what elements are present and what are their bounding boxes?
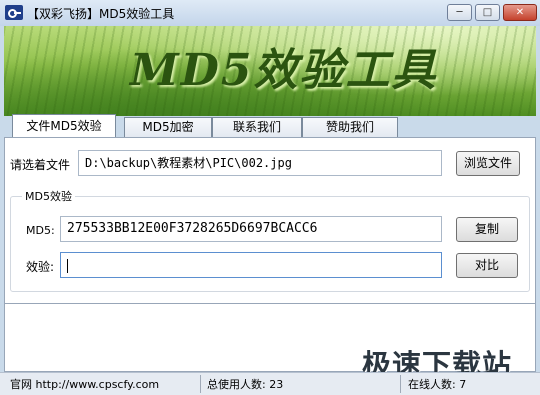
status-total-users: 总使用人数: 23 bbox=[207, 378, 284, 391]
title-bar: 【双彩飞扬】MD5效验工具 ─ □ ✕ bbox=[0, 0, 540, 26]
close-button[interactable]: ✕ bbox=[503, 4, 537, 21]
banner-image: MD5效验工具 bbox=[4, 26, 536, 116]
tab-sponsor[interactable]: 赞助我们 bbox=[302, 117, 398, 137]
tab-md5-encrypt[interactable]: MD5加密 bbox=[124, 117, 212, 137]
status-separator bbox=[200, 375, 201, 393]
banner-title: MD5效验工具 bbox=[130, 45, 438, 96]
maximize-button[interactable]: □ bbox=[475, 4, 500, 21]
status-online-users: 在线人数: 7 bbox=[408, 378, 467, 391]
status-website: 官网 http://www.cpscfy.com bbox=[10, 378, 160, 391]
tab-contact[interactable]: 联系我们 bbox=[212, 117, 302, 137]
status-bar: 官网 http://www.cpscfy.com 总使用人数: 23 在线人数:… bbox=[0, 372, 540, 395]
minimize-button[interactable]: ─ bbox=[447, 4, 472, 21]
compare-button[interactable]: 对比 bbox=[456, 253, 518, 278]
tab-file-md5[interactable]: 文件MD5效验 bbox=[12, 114, 116, 137]
verify-input[interactable] bbox=[60, 252, 442, 278]
copy-button[interactable]: 复制 bbox=[456, 217, 518, 242]
file-path-field[interactable]: D:\backup\教程素材\PIC\002.jpg bbox=[78, 150, 442, 176]
verify-label: 效验: bbox=[26, 260, 55, 274]
md5-group-title: MD5效验 bbox=[22, 188, 75, 204]
browse-file-button[interactable]: 浏览文件 bbox=[456, 151, 520, 176]
key-icon bbox=[5, 5, 23, 20]
md5-value-field[interactable]: 275533BB12E00F3728265D6697BCACC6 bbox=[60, 216, 442, 242]
md5-label: MD5: bbox=[26, 224, 55, 237]
status-separator bbox=[400, 375, 401, 393]
window-title: 【双彩飞扬】MD5效验工具 bbox=[27, 7, 175, 21]
text-caret bbox=[67, 258, 68, 273]
file-select-label: 请选着文件 bbox=[10, 158, 71, 172]
